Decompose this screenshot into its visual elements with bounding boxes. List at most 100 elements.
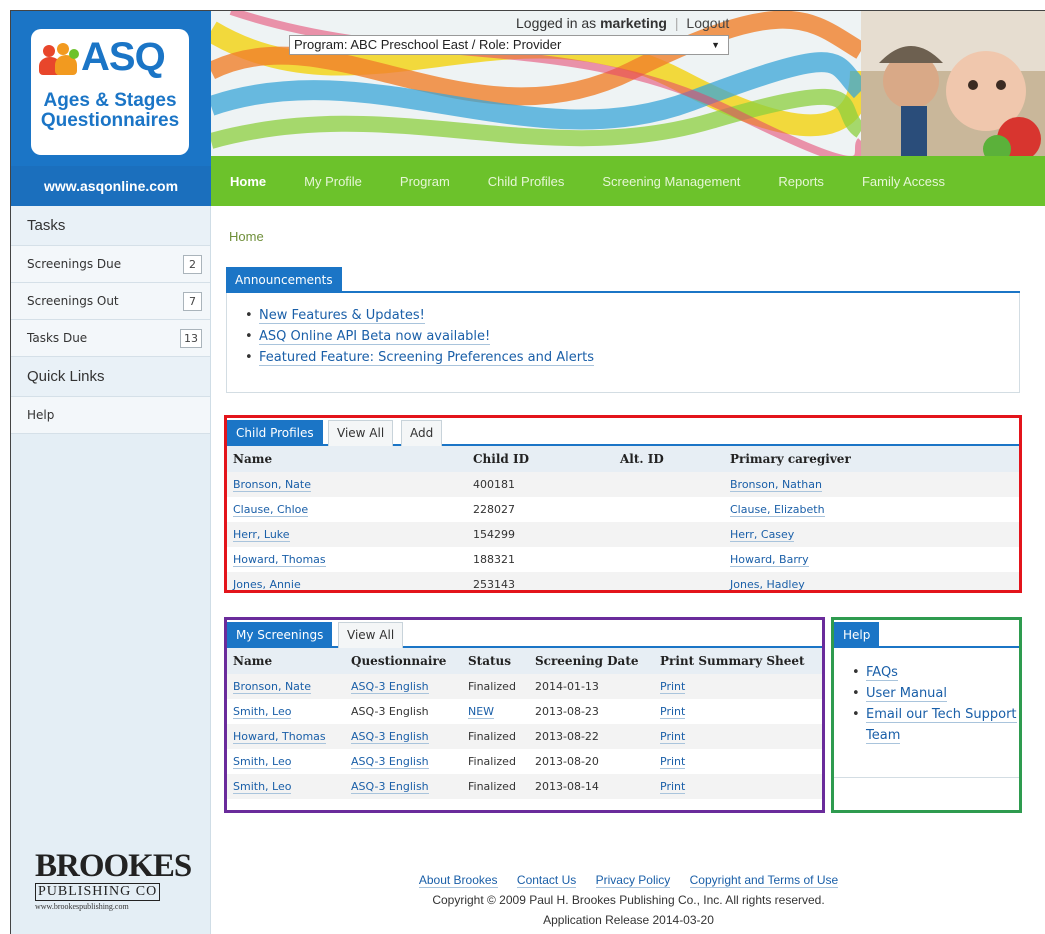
announcement-link[interactable]: ASQ Online API Beta now available! [259,329,491,345]
column-header[interactable]: Name [227,446,467,472]
print-cell: Print [654,674,822,699]
alt-id-cell [614,497,724,522]
list-item: Email our Tech Support Team [852,704,1019,746]
count-badge: 13 [180,329,202,348]
column-header[interactable]: Name [227,648,345,674]
sidebar-item-tasks-due[interactable]: Tasks Due 13 [11,320,210,357]
status-cell: Finalized [462,774,529,799]
alt-id-cell [614,472,724,497]
sidebar-item-label: Help [27,408,55,422]
footer-link-privacy[interactable]: Privacy Policy [595,873,671,888]
logo-subtitle: Ages & Stages Questionnaires [31,91,189,131]
print-cell: Print [654,774,822,799]
footer-link-terms[interactable]: Copyright and Terms of Use [689,873,839,888]
tab-announcements[interactable]: Announcements [226,267,342,293]
nav-program[interactable]: Program [400,174,450,189]
column-header[interactable]: Alt. ID [614,446,724,472]
caregiver-link[interactable]: Howard, Barry [730,553,809,567]
program-role-select[interactable]: Program: ABC Preschool East / Role: Prov… [289,35,729,55]
caregiver-link[interactable]: Herr, Casey [730,528,795,542]
logo-text: ASQ [81,35,166,79]
print-link[interactable]: Print [660,680,686,694]
child-name-link[interactable]: Howard, Thomas [233,553,326,567]
child-name-link[interactable]: Clause, Chloe [233,503,309,517]
screening-date-cell: 2013-08-22 [529,724,654,749]
brookes-publishing-logo[interactable]: BROOKES PUBLISHING CO www.brookespublish… [35,850,192,911]
list-item: ASQ Online API Beta now available! [245,326,1019,347]
sidebar-item-screenings-due[interactable]: Screenings Due 2 [11,246,210,283]
child-name-link[interactable]: Bronson, Nate [233,478,312,492]
sidebar-item-screenings-out[interactable]: Screenings Out 7 [11,283,210,320]
child-name-link[interactable]: Smith, Leo [233,780,292,794]
table-row: Herr, Luke 154299 Herr, Casey [227,522,1019,547]
tab-child-profiles[interactable]: Child Profiles [227,420,323,446]
caregiver-link[interactable]: Clause, Elizabeth [730,503,825,517]
column-header[interactable]: Primary caregiver [724,446,1019,472]
questionnaire-link[interactable]: ASQ-3 English [351,780,429,794]
screening-name-cell: Bronson, Nate [227,674,345,699]
tab-my-screenings[interactable]: My Screenings [227,622,333,648]
column-header[interactable]: Print Summary Sheet [654,648,822,674]
caregiver-cell: Clause, Elizabeth [724,497,1019,522]
user-manual-link[interactable]: User Manual [866,686,948,702]
child-name-cell: Herr, Luke [227,522,467,547]
table-row: Smith, Leo ASQ-3 English Finalized 2013-… [227,774,822,799]
alt-id-cell [614,572,724,590]
column-header[interactable]: Status [462,648,529,674]
child-name-link[interactable]: Howard, Thomas [233,730,326,744]
nav-child-profiles[interactable]: Child Profiles [488,174,565,189]
logo-area: ASQ Ages & Stages Questionnaires [11,11,211,166]
footer-link-about[interactable]: About Brookes [418,873,498,888]
caregiver-link[interactable]: Bronson, Nathan [730,478,822,492]
status-cell: Finalized [468,755,516,768]
print-link[interactable]: Print [660,780,686,794]
child-name-link[interactable]: Bronson, Nate [233,680,312,694]
asq-logo[interactable]: ASQ Ages & Stages Questionnaires [31,29,189,155]
sidebar: Tasks Screenings Due 2 Screenings Out 7 … [11,206,211,934]
print-link[interactable]: Print [660,705,686,719]
questionnaire-link[interactable]: ASQ-3 English [351,730,429,744]
nav-home[interactable]: Home [230,174,266,189]
logout-link[interactable]: Logout [686,15,729,31]
count-badge: 7 [183,292,202,311]
print-link[interactable]: Print [660,730,686,744]
email-support-link[interactable]: Email our Tech Support Team [866,707,1017,744]
caregiver-link[interactable]: Jones, Hadley [730,578,805,590]
tab-add[interactable]: Add [401,420,443,446]
column-header[interactable]: Screening Date [529,648,654,674]
child-name-cell: Clause, Chloe [227,497,467,522]
site-url[interactable]: www.asqonline.com [11,166,211,206]
status-new-link[interactable]: NEW [468,705,495,719]
print-link[interactable]: Print [660,755,686,769]
child-name-link[interactable]: Herr, Luke [233,528,290,542]
nav-my-profile[interactable]: My Profile [304,174,362,189]
nav-reports[interactable]: Reports [778,174,824,189]
tab-help[interactable]: Help [834,622,880,648]
column-header[interactable]: Child ID [467,446,614,472]
tab-view-all[interactable]: View All [328,420,394,446]
announcement-link[interactable]: New Features & Updates! [259,308,425,324]
child-name-link[interactable]: Smith, Leo [233,755,292,769]
announcement-link[interactable]: Featured Feature: Screening Preferences … [259,350,594,366]
tab-view-all[interactable]: View All [338,622,404,648]
child-name-link[interactable]: Smith, Leo [233,705,292,719]
child-id-cell: 154299 [467,522,614,547]
nav-screening-management[interactable]: Screening Management [602,174,740,189]
separator: | [674,15,679,31]
faqs-link[interactable]: FAQs [866,665,898,681]
questionnaire-cell: ASQ-3 English [351,705,429,718]
announcements-panel: Announcements New Features & Updates! AS… [226,265,1020,393]
column-header[interactable]: Questionnaire [345,648,462,674]
questionnaire-link[interactable]: ASQ-3 English [351,755,429,769]
banner-artwork [211,11,1045,156]
footer-link-contact[interactable]: Contact Us [516,873,577,888]
dropdown-arrow-icon: ▼ [711,40,720,50]
nav-family-access[interactable]: Family Access [862,174,945,189]
questionnaire-link[interactable]: ASQ-3 English [351,680,429,694]
username: marketing [600,15,667,31]
screening-date-cell: 2014-01-13 [529,674,654,699]
sidebar-item-help[interactable]: Help [11,397,210,434]
child-profiles-table: Name Child ID Alt. ID Primary caregiver … [227,446,1019,590]
questionnaire-cell: ASQ-3 English [345,774,462,799]
child-name-link[interactable]: Jones, Annie [233,578,301,590]
